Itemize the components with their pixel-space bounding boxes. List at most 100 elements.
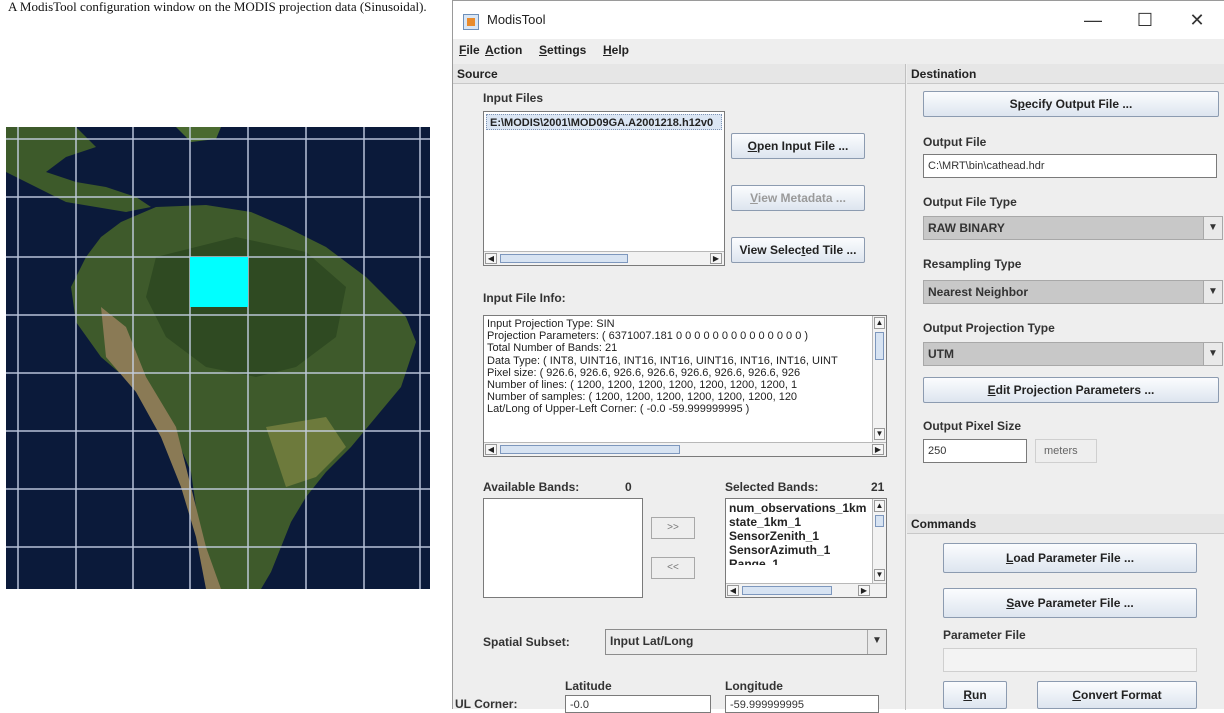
menu-bar: File Action Settings Help bbox=[453, 39, 1224, 63]
input-file-info-text: Input Projection Type: SIN Projection Pa… bbox=[484, 316, 870, 440]
info-line: Input Projection Type: SIN bbox=[487, 318, 615, 330]
scroll-thumb[interactable] bbox=[500, 254, 628, 263]
scroll-up-icon[interactable]: ▲ bbox=[874, 500, 885, 512]
output-file-type-label: Output File Type bbox=[923, 195, 1017, 209]
input-file-info-label: Input File Info: bbox=[483, 291, 566, 305]
save-parameter-file-button[interactable]: Save Parameter File ... bbox=[943, 588, 1197, 618]
chevron-down-icon: ▼ bbox=[867, 630, 886, 654]
edit-projection-parameters-button[interactable]: Edit Projection Parameters ... bbox=[923, 377, 1219, 403]
run-button[interactable]: Run bbox=[943, 681, 1007, 709]
menu-action[interactable]: Action bbox=[485, 43, 522, 57]
selected-bands-count: 21 bbox=[871, 480, 885, 494]
specify-output-file-button[interactable]: Specify Output File ... bbox=[923, 91, 1219, 117]
panel-divider bbox=[905, 64, 906, 710]
convert-format-button[interactable]: Convert Format bbox=[1037, 681, 1197, 709]
available-bands-count: 0 bbox=[625, 480, 632, 494]
resampling-type-label: Resampling Type bbox=[923, 257, 1022, 271]
input-files-label: Input Files bbox=[483, 91, 543, 105]
spatial-subset-label: Spatial Subset: bbox=[483, 635, 570, 649]
scroll-right-icon[interactable]: ▶ bbox=[710, 253, 722, 264]
java-app-icon bbox=[463, 14, 479, 30]
longitude-label: Longitude bbox=[725, 679, 783, 693]
band-list-item[interactable]: Range_1 bbox=[726, 557, 872, 565]
add-band-button[interactable]: >> bbox=[651, 517, 695, 539]
input-file-info-box[interactable]: Input Projection Type: SIN Projection Pa… bbox=[483, 315, 887, 457]
menu-settings[interactable]: Settings bbox=[539, 43, 586, 57]
load-parameter-file-button[interactable]: Load Parameter File ... bbox=[943, 543, 1197, 573]
scroll-left-icon[interactable]: ◀ bbox=[727, 585, 739, 596]
output-file-field[interactable]: C:\MRT\bin\cathead.hdr bbox=[923, 154, 1217, 178]
band-list-item[interactable]: SensorAzimuth_1 bbox=[726, 543, 872, 557]
input-file-row[interactable]: E:\MODIS\2001\MOD09GA.A2001218.h12v0 bbox=[486, 114, 722, 130]
latitude-label: Latitude bbox=[565, 679, 612, 693]
close-button[interactable]: ✕ bbox=[1177, 5, 1217, 35]
view-selected-tile-button[interactable]: View Selected Tile ... bbox=[731, 237, 865, 263]
info-line: Data Type: ( INT8, UINT16, INT16, INT16,… bbox=[487, 354, 838, 367]
parameter-file-label: Parameter File bbox=[943, 628, 1026, 642]
scroll-down-icon[interactable]: ▼ bbox=[874, 428, 885, 440]
info-line: Projection Parameters: ( 6371007.181 0 0… bbox=[487, 330, 809, 343]
info-line: Pixel size: ( 926.6, 926.6, 926.6, 926.6… bbox=[487, 366, 801, 379]
selected-bands-list[interactable]: num_observations_1km state_1km_1 SensorZ… bbox=[725, 498, 887, 598]
scroll-up-icon[interactable]: ▲ bbox=[874, 317, 885, 329]
info-line: Lat/Long of Upper-Left Corner: ( -0.0 -5… bbox=[487, 403, 750, 416]
map-canvas bbox=[6, 127, 430, 589]
remove-band-button[interactable]: << bbox=[651, 557, 695, 579]
band-list-item[interactable]: state_1km_1 bbox=[726, 515, 872, 529]
title-bar: ModisTool — ☐ ✕ bbox=[453, 1, 1224, 39]
info-line: Number of lines: ( 1200, 1200, 1200, 120… bbox=[487, 379, 798, 392]
figure-caption: A ModisTool configuration window on the … bbox=[8, 0, 427, 14]
maximize-button[interactable]: ☐ bbox=[1125, 5, 1165, 35]
resampling-type-combo[interactable]: Nearest Neighbor ▼ bbox=[923, 280, 1223, 304]
info-line: Number of samples: ( 1200, 1200, 1200, 1… bbox=[487, 391, 798, 404]
selected-bands-label: Selected Bands: bbox=[725, 480, 819, 494]
modistool-window: ModisTool — ☐ ✕ File Action Settings Hel… bbox=[452, 0, 1224, 713]
spatial-subset-combo[interactable]: Input Lat/Long ▼ bbox=[605, 629, 887, 655]
scroll-left-icon[interactable]: ◀ bbox=[485, 253, 497, 264]
available-bands-list[interactable] bbox=[483, 498, 643, 598]
output-pixel-size-field[interactable]: 250 bbox=[923, 439, 1027, 463]
chevron-down-icon: ▼ bbox=[1203, 343, 1222, 365]
available-bands-label: Available Bands: bbox=[483, 480, 580, 494]
menu-file[interactable]: File bbox=[459, 43, 480, 57]
scroll-thumb[interactable] bbox=[500, 445, 680, 454]
minimize-button[interactable]: — bbox=[1073, 5, 1113, 35]
commands-header: Commands bbox=[907, 514, 1224, 534]
bands-vscrollbar[interactable]: ▲ ▼ bbox=[872, 499, 886, 583]
ul-longitude-field[interactable]: -59.999999995 bbox=[725, 695, 879, 713]
info-vscrollbar[interactable]: ▲ ▼ bbox=[872, 316, 886, 442]
scroll-right-icon[interactable]: ▶ bbox=[858, 585, 870, 596]
band-list-item[interactable]: num_observations_1km bbox=[726, 501, 872, 515]
input-files-list[interactable]: E:\MODIS\2001\MOD09GA.A2001218.h12v0 ◀ ▶ bbox=[483, 111, 725, 266]
output-pixel-size-label: Output Pixel Size bbox=[923, 419, 1022, 433]
selected-bands-items: num_observations_1km state_1km_1 SensorZ… bbox=[726, 501, 872, 565]
output-file-label: Output File bbox=[923, 135, 987, 149]
parameter-file-field[interactable] bbox=[943, 648, 1197, 672]
chevron-down-icon: ▼ bbox=[1203, 281, 1222, 303]
open-input-file-button[interactable]: Open Input File ... bbox=[731, 133, 865, 159]
output-projection-type-combo[interactable]: UTM ▼ bbox=[923, 342, 1223, 366]
chevron-down-icon: ▼ bbox=[1203, 217, 1222, 239]
window-title: ModisTool bbox=[487, 12, 546, 27]
pixel-unit-label: meters bbox=[1035, 439, 1097, 463]
bands-hscrollbar[interactable]: ◀ ▶ bbox=[726, 583, 886, 597]
input-files-hscrollbar[interactable]: ◀ ▶ bbox=[484, 251, 724, 265]
scroll-thumb[interactable] bbox=[875, 515, 884, 527]
scroll-thumb[interactable] bbox=[742, 586, 832, 595]
menu-help[interactable]: Help bbox=[603, 43, 629, 57]
destination-header: Destination bbox=[907, 64, 1224, 84]
scroll-right-icon[interactable]: ▶ bbox=[872, 444, 884, 455]
view-metadata-button[interactable]: View Metadata ... bbox=[731, 185, 865, 211]
info-hscrollbar[interactable]: ◀ ▶ bbox=[484, 442, 886, 456]
source-header: Source bbox=[453, 64, 905, 84]
info-line: Total Number of Bands: 21 bbox=[487, 342, 618, 355]
scroll-down-icon[interactable]: ▼ bbox=[874, 569, 885, 581]
scroll-left-icon[interactable]: ◀ bbox=[485, 444, 497, 455]
scroll-thumb[interactable] bbox=[875, 332, 884, 360]
selected-tile-highlight[interactable] bbox=[190, 257, 248, 307]
ul-latitude-field[interactable]: -0.0 bbox=[565, 695, 711, 713]
output-projection-type-label: Output Projection Type bbox=[923, 321, 1055, 335]
band-list-item[interactable]: SensorZenith_1 bbox=[726, 529, 872, 543]
modis-tile-map bbox=[6, 127, 430, 589]
output-file-type-combo[interactable]: RAW BINARY ▼ bbox=[923, 216, 1223, 240]
